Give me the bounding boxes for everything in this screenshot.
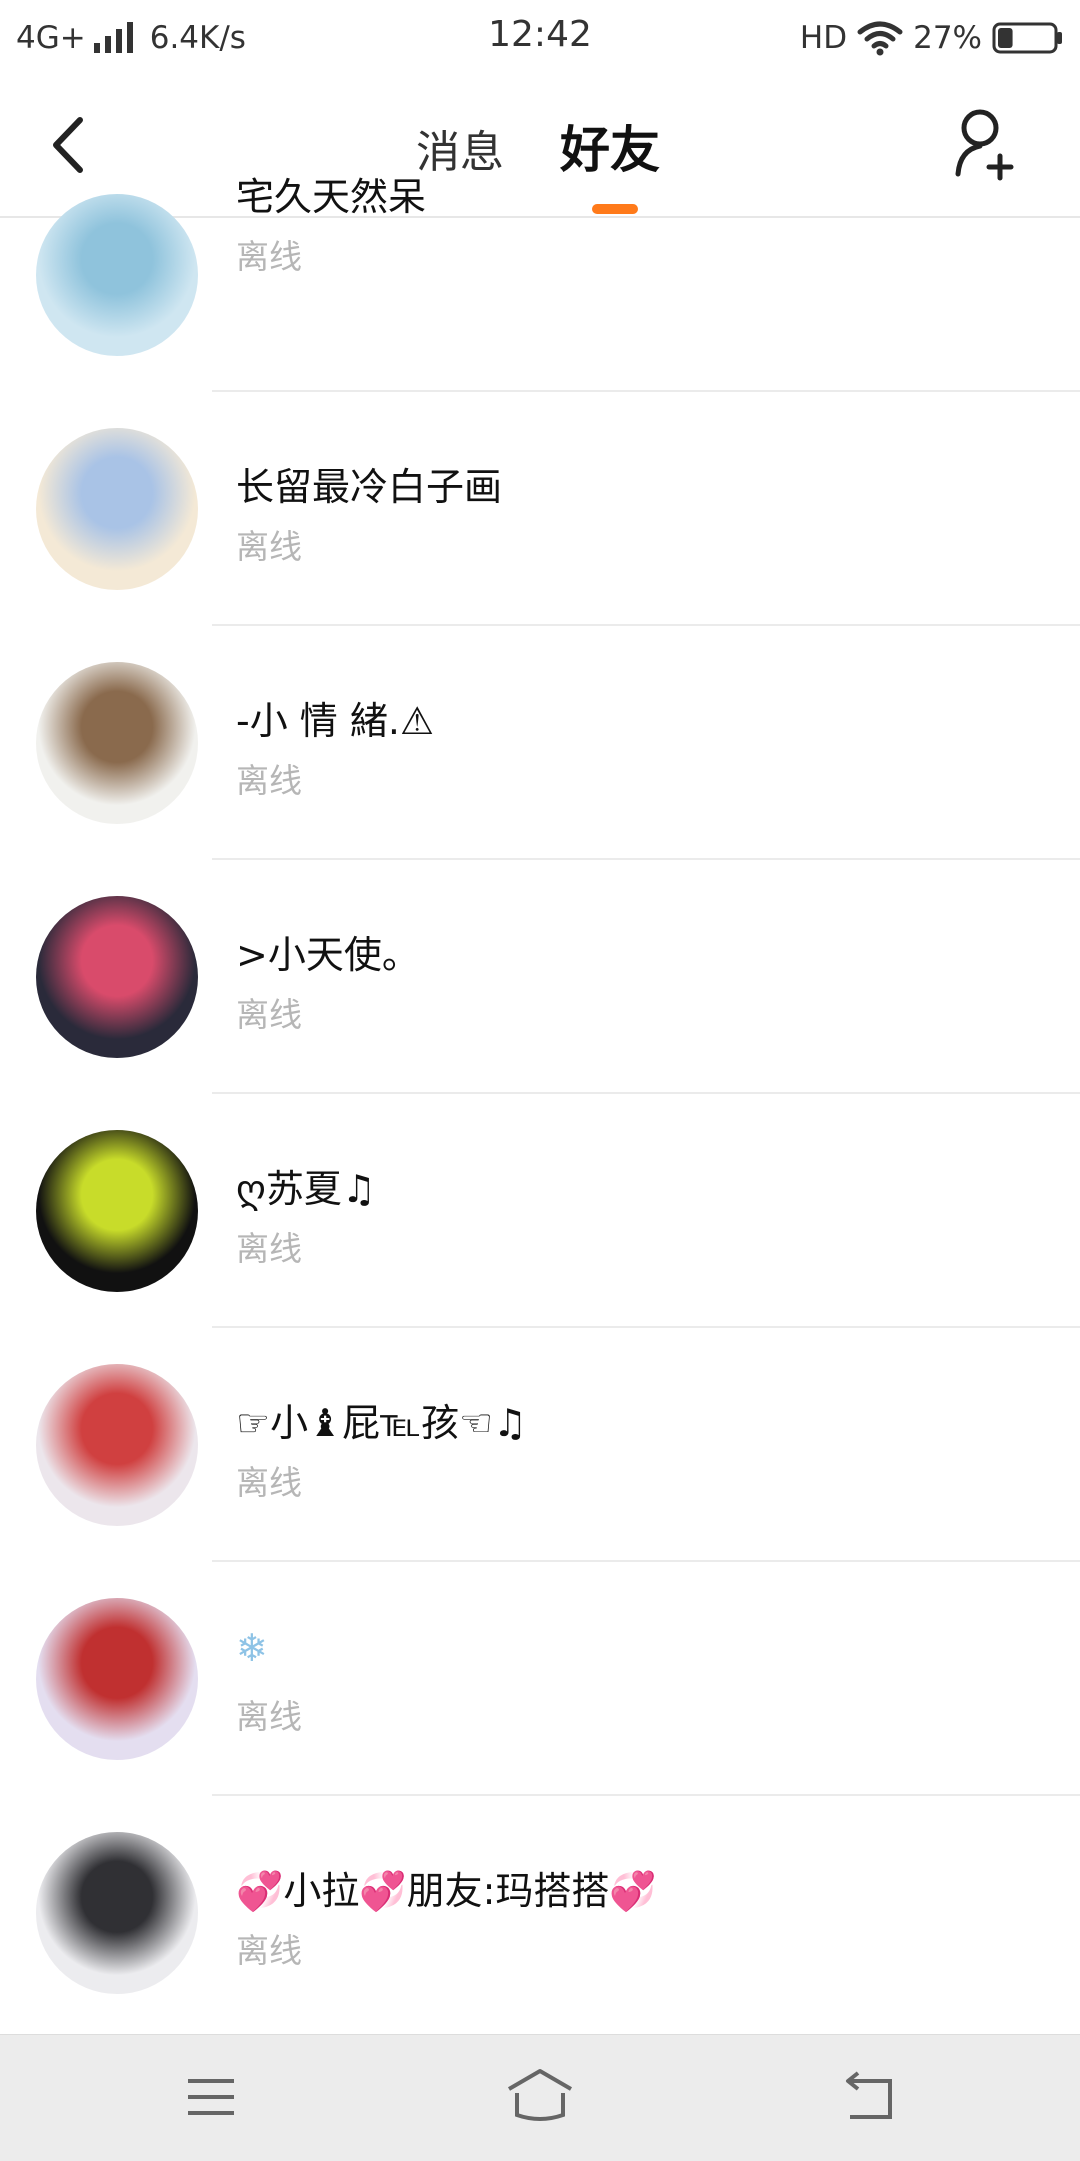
avatar <box>36 1364 198 1526</box>
battery-icon <box>992 22 1062 54</box>
avatar <box>36 1598 198 1760</box>
friend-status: 离线 <box>236 237 302 276</box>
friend-row[interactable]: >小天使。 离线 <box>0 860 1080 1094</box>
friend-name: 宅久天然呆 <box>236 175 427 219</box>
friend-row[interactable]: 长留最冷白子画 离线 <box>0 392 1080 626</box>
home-icon[interactable] <box>505 2065 575 2129</box>
friend-name: 💞小拉💞朋友:玛搭搭💞 <box>236 1869 657 1913</box>
friend-row[interactable]: 💞小拉💞朋友:玛搭搭💞 离线 <box>0 1796 1080 2030</box>
friend-status: 离线 <box>236 761 302 800</box>
status-bar: 4G+ 6.4K/s 12:42 HD 27% <box>0 0 1080 76</box>
friend-status: 离线 <box>236 1931 302 1970</box>
friend-name: ღ苏夏♫ <box>236 1167 376 1211</box>
avatar <box>36 428 198 590</box>
battery-percent: 27% <box>913 20 982 56</box>
avatar <box>36 662 198 824</box>
back-icon[interactable] <box>834 2065 904 2129</box>
wifi-icon <box>857 21 903 56</box>
friend-name: >小天使。 <box>236 933 420 977</box>
avatar <box>36 194 198 356</box>
friend-status: 离线 <box>236 1463 302 1502</box>
menu-icon[interactable] <box>176 2065 246 2129</box>
friend-status: 离线 <box>236 1229 302 1268</box>
system-nav-bar <box>0 2034 1080 2161</box>
friend-name: ☞小♝屁℡孩☜♫ <box>236 1401 528 1445</box>
friend-name: 长留最冷白子画 <box>236 465 503 509</box>
avatar <box>36 1832 198 1994</box>
friend-status: 离线 <box>236 995 302 1034</box>
avatar <box>36 896 198 1058</box>
friend-row[interactable]: -小 情 緒.⚠ 离线 <box>0 626 1080 860</box>
status-right: HD 27% <box>800 16 1064 60</box>
friend-row[interactable]: ღ苏夏♫ 离线 <box>0 1094 1080 1328</box>
friend-row[interactable]: 宅久天然呆 离线 <box>0 158 1080 392</box>
friend-row[interactable]: ❄ 离线 <box>0 1562 1080 1796</box>
friend-name: ❄ <box>236 1626 268 1670</box>
friend-row[interactable]: ☞小♝屁℡孩☜♫ 离线 <box>0 1328 1080 1562</box>
avatar <box>36 1130 198 1292</box>
friend-name: -小 情 緒.⚠ <box>236 699 435 743</box>
friend-status: 离线 <box>236 1697 302 1736</box>
friend-status: 离线 <box>236 527 302 566</box>
hd-indicator: HD <box>799 20 848 56</box>
